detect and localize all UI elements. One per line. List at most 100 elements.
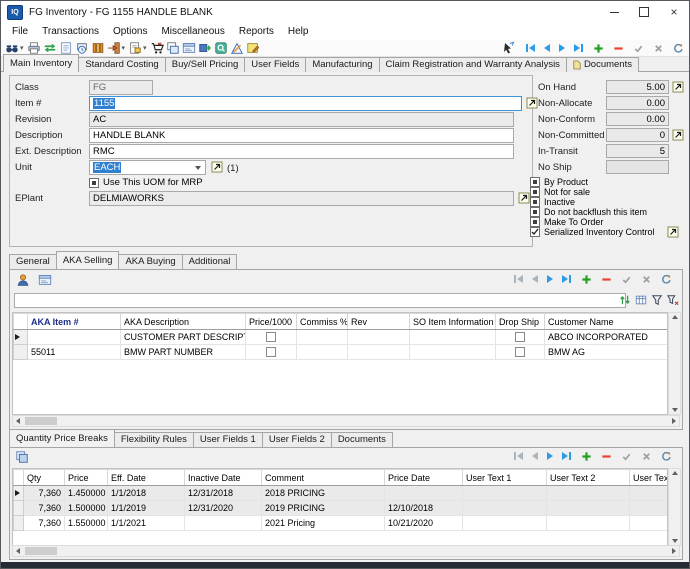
tab-aka-buying[interactable]: AKA Buying (118, 254, 182, 269)
unit-lookup-icon[interactable] (211, 161, 223, 173)
lookup-dropdown-caret[interactable]: ▾ (143, 44, 147, 52)
cell-price-date[interactable]: 10/21/2020 (385, 516, 463, 531)
cell-eff-date[interactable]: 1/1/2019 (108, 501, 185, 516)
nav-last-button[interactable] (562, 273, 572, 285)
cell-user-text-1[interactable] (463, 516, 547, 531)
nav-last-button[interactable] (574, 42, 584, 54)
scroll-up-icon[interactable] (669, 315, 680, 319)
nav-insert-button[interactable] (593, 42, 604, 54)
tab-aka-selling[interactable]: AKA Selling (56, 251, 120, 269)
nav-next-button[interactable] (547, 450, 553, 462)
tab-main-inventory[interactable]: Main Inventory (3, 54, 79, 72)
export-icon[interactable] (197, 41, 213, 56)
nav-delete-button[interactable] (601, 450, 612, 462)
menu-help[interactable]: Help (281, 26, 316, 37)
nav-delete-button[interactable] (613, 42, 624, 54)
cell-user-text-3[interactable] (630, 501, 668, 516)
scroll-right-icon[interactable] (672, 546, 676, 556)
by-product-checkbox[interactable] (530, 177, 540, 187)
copy-window-icon[interactable] (165, 41, 181, 56)
find-dropdown-caret[interactable]: ▾ (20, 44, 24, 52)
cart-icon[interactable] (149, 41, 165, 56)
cell-user-text-1[interactable] (463, 501, 547, 516)
make-to-order-checkbox[interactable] (530, 217, 540, 227)
scroll-left-icon[interactable] (16, 546, 20, 556)
nav-last-button[interactable] (562, 450, 572, 462)
price-row-1[interactable]: 7,360 1.450000 1/1/2018 12/31/2018 2018 … (14, 486, 668, 501)
cell-aka-item[interactable]: 11055 (28, 330, 121, 345)
col-aka-item[interactable]: AKA Item # (28, 314, 121, 330)
exit-icon[interactable] (106, 41, 122, 56)
sign-icon[interactable] (229, 41, 245, 56)
tab-quantity-price-breaks[interactable]: Quantity Price Breaks (9, 429, 115, 447)
nav-post-button[interactable] (621, 450, 632, 462)
cell-commiss[interactable] (297, 330, 348, 345)
nav-refresh-button[interactable] (673, 42, 684, 54)
cell-qty[interactable]: 7,360 (24, 501, 65, 516)
chevron-down-icon[interactable] (191, 162, 204, 173)
cell-price-1000[interactable] (246, 330, 297, 345)
tab-claim-registration[interactable]: Claim Registration and Warranty Analysis (379, 57, 567, 72)
cell-comment[interactable]: 2019 PRICING (262, 501, 385, 516)
scroll-up-icon[interactable] (669, 471, 680, 475)
scrollbar-thumb[interactable] (25, 547, 57, 555)
drop-ship-checkbox[interactable] (515, 332, 525, 342)
inactive-checkbox[interactable] (530, 197, 540, 207)
price-1000-checkbox[interactable] (266, 332, 276, 342)
col-customer-name[interactable]: Customer Name (545, 314, 668, 330)
nav-refresh-button[interactable] (661, 273, 672, 285)
filter-icon[interactable] (651, 294, 663, 309)
col-aka-description[interactable]: AKA Description (121, 314, 246, 330)
cell-rev[interactable] (348, 345, 410, 360)
nav-cancel-button[interactable] (653, 42, 664, 54)
cell-user-text-2[interactable] (547, 486, 630, 501)
nav-next-button[interactable] (547, 273, 553, 285)
aka-vertical-scrollbar[interactable] (668, 312, 681, 415)
cell-user-text-3[interactable] (630, 516, 668, 531)
nav-cancel-button[interactable] (641, 450, 652, 462)
col-price-date[interactable]: Price Date (385, 470, 463, 486)
cell-customer-name[interactable]: BMW AG (545, 345, 668, 360)
view-icon[interactable] (213, 41, 229, 56)
no-backflush-checkbox[interactable] (530, 207, 540, 217)
not-for-sale-row[interactable]: Not for sale (530, 187, 590, 197)
cell-drop-ship[interactable] (496, 345, 545, 360)
drop-ship-checkbox[interactable] (515, 347, 525, 357)
menu-options[interactable]: Options (106, 26, 154, 37)
cell-qty[interactable]: 7,360 (24, 516, 65, 531)
nav-first-button[interactable] (525, 42, 535, 54)
scroll-down-icon[interactable] (669, 408, 680, 412)
not-for-sale-checkbox[interactable] (530, 187, 540, 197)
non-committed-lookup-icon[interactable] (672, 129, 684, 141)
unit-combo[interactable]: EACH (89, 160, 206, 175)
col-drop-ship[interactable]: Drop Ship (496, 314, 545, 330)
nav-prior-button[interactable] (532, 450, 538, 462)
inactive-row[interactable]: Inactive (530, 197, 575, 207)
exit-dropdown-caret[interactable]: ▾ (122, 44, 126, 52)
cell-price[interactable]: 1.450000 (65, 486, 108, 501)
nav-next-button[interactable] (559, 42, 565, 54)
cell-price-date[interactable]: 12/10/2018 (385, 501, 463, 516)
col-comment[interactable]: Comment (262, 470, 385, 486)
minimize-button[interactable] (599, 1, 629, 23)
price-vertical-scrollbar[interactable] (668, 468, 681, 546)
cell-user-text-2[interactable] (547, 516, 630, 531)
tab-additional[interactable]: Additional (182, 254, 238, 269)
cell-user-text-3[interactable] (630, 486, 668, 501)
col-qty[interactable]: Qty (24, 470, 65, 486)
cell-aka-description[interactable]: CUSTOMER PART DESCRIPTION (121, 330, 246, 345)
tab-user-fields-2[interactable]: User Fields 2 (262, 432, 332, 447)
serialized-checkbox[interactable] (530, 227, 540, 237)
sort-icon[interactable] (619, 294, 631, 309)
scroll-down-icon[interactable] (669, 539, 680, 543)
cell-eff-date[interactable]: 1/1/2021 (108, 516, 185, 531)
cell-inactive-date[interactable]: 12/31/2020 (185, 501, 262, 516)
col-rev[interactable]: Rev (348, 314, 410, 330)
cell-commiss[interactable] (297, 345, 348, 360)
menu-reports[interactable]: Reports (232, 26, 281, 37)
uom-mrp-checkbox[interactable] (89, 178, 99, 188)
tab-flexibility-rules[interactable]: Flexibility Rules (114, 432, 194, 447)
make-to-order-row[interactable]: Make To Order (530, 217, 603, 227)
col-user-text-3[interactable]: User Text 3 (630, 470, 668, 486)
col-user-text-2[interactable]: User Text 2 (547, 470, 630, 486)
